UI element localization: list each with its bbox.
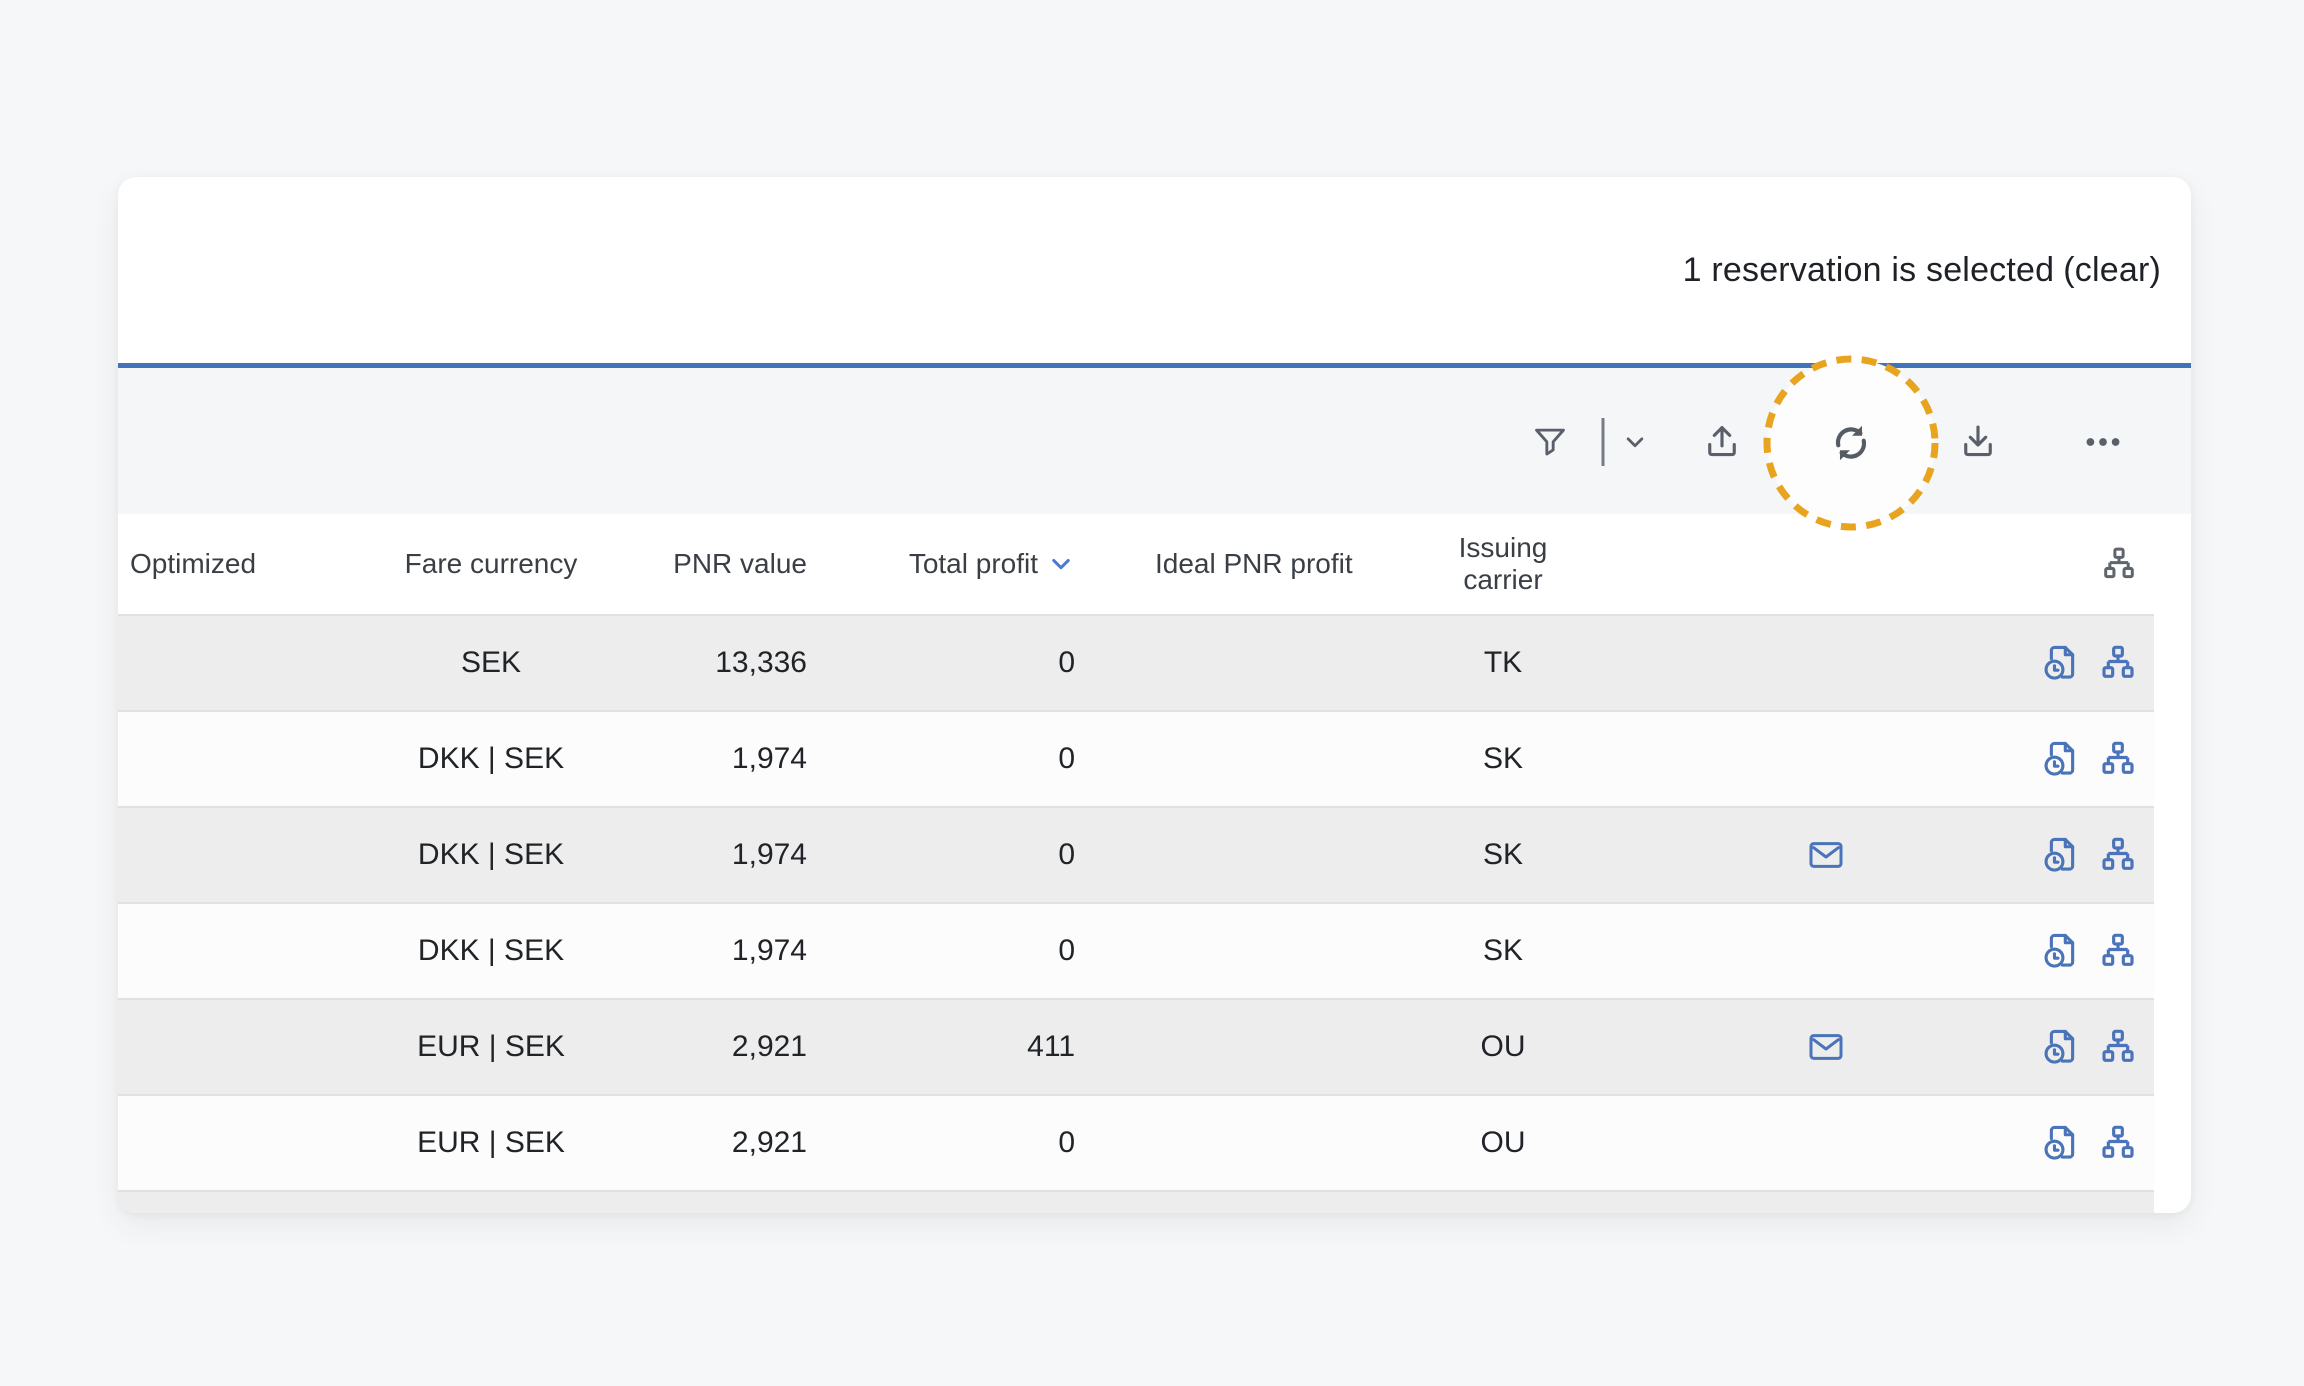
cell-issuing-carrier: OU <box>1418 1030 1588 1064</box>
hierarchy-icon <box>2098 739 2138 779</box>
clear-selection-link[interactable]: (clear) <box>2063 251 2161 290</box>
filter-expand-button[interactable] <box>1620 427 1650 457</box>
refresh-sync-icon <box>1826 418 1876 468</box>
cell-pnr-value: 1,974 <box>618 838 807 872</box>
cell-fare-currency: EUR | SEK <box>364 1126 618 1160</box>
column-header-pnr-value[interactable]: PNR value <box>618 548 807 580</box>
cell-notification <box>1588 1027 2063 1067</box>
table-body: SEK 13,336 0 TK <box>118 616 2154 1192</box>
column-header-optimized[interactable]: Optimized <box>118 548 364 580</box>
cell-total-profit: 0 <box>807 646 1075 680</box>
cell-actions <box>2063 641 2154 685</box>
document-history-icon <box>2040 833 2084 877</box>
document-history-icon <box>2040 737 2084 781</box>
hierarchy-icon <box>2098 1123 2138 1163</box>
cell-issuing-carrier: SK <box>1418 838 1588 872</box>
hierarchy-button[interactable] <box>2098 1123 2138 1163</box>
cell-actions <box>2063 1121 2154 1165</box>
cell-notification <box>1588 643 2063 683</box>
hierarchy-icon <box>2098 931 2138 971</box>
cell-fare-currency: EUR | SEK <box>364 1030 618 1064</box>
document-history-button[interactable] <box>2040 1025 2084 1069</box>
cell-total-profit: 0 <box>807 1126 1075 1160</box>
table-row[interactable]: EUR | SEK 2,921 411 OU <box>118 1000 2154 1096</box>
cell-notification <box>1588 835 2063 875</box>
upload-button[interactable] <box>1701 421 1743 463</box>
cell-fare-currency: DKK | SEK <box>364 742 618 776</box>
cell-pnr-value: 13,336 <box>618 646 807 680</box>
cell-issuing-carrier: TK <box>1418 646 1588 680</box>
hierarchy-icon <box>2098 643 2138 683</box>
cell-fare-currency: SEK <box>364 646 618 680</box>
more-actions-button[interactable] <box>2082 421 2124 463</box>
document-history-icon <box>2040 929 2084 973</box>
column-settings-button[interactable] <box>2063 545 2154 583</box>
hierarchy-button[interactable] <box>2098 1027 2138 1067</box>
column-header-total-profit[interactable]: Total profit <box>807 548 1075 580</box>
selection-bar: 1 reservation is selected (clear) <box>118 177 2191 363</box>
document-history-icon <box>2040 1121 2084 1165</box>
cell-notification <box>1588 739 2063 779</box>
cell-actions <box>2063 737 2154 781</box>
cell-notification <box>1588 1123 2063 1163</box>
cell-pnr-value: 1,974 <box>618 934 807 968</box>
column-header-issuing-carrier[interactable]: Issuing carrier <box>1418 532 1588 596</box>
document-history-icon <box>2040 1025 2084 1069</box>
document-history-button[interactable] <box>2040 1121 2084 1165</box>
sort-desc-icon <box>1047 550 1075 578</box>
filter-button[interactable] <box>1531 423 1569 461</box>
document-history-icon <box>2040 641 2084 685</box>
hierarchy-icon <box>2098 1027 2138 1067</box>
filter-funnel-icon <box>1531 423 1569 461</box>
cell-issuing-carrier: SK <box>1418 742 1588 776</box>
refresh-button[interactable] <box>1826 418 1876 468</box>
hierarchy-button[interactable] <box>2098 835 2138 875</box>
hierarchy-icon <box>2098 835 2138 875</box>
hierarchy-button[interactable] <box>2098 739 2138 779</box>
chevron-down-icon <box>1620 427 1650 457</box>
cell-total-profit: 0 <box>807 934 1075 968</box>
cell-pnr-value: 2,921 <box>618 1030 807 1064</box>
toolbar-divider <box>1602 418 1605 466</box>
cell-actions <box>2063 1025 2154 1069</box>
cell-pnr-value: 2,921 <box>618 1126 807 1160</box>
table-row[interactable]: SEK 13,336 0 TK <box>118 616 2154 712</box>
table-row[interactable]: DKK | SEK 1,974 0 SK <box>118 712 2154 808</box>
envelope-icon[interactable] <box>1806 1027 1846 1067</box>
document-history-button[interactable] <box>2040 641 2084 685</box>
cell-total-profit: 0 <box>807 838 1075 872</box>
table-row-partial <box>118 1192 2154 1213</box>
cell-actions <box>2063 833 2154 877</box>
download-icon <box>1957 421 1999 463</box>
selection-count-text: 1 reservation is selected <box>1683 251 2055 290</box>
download-button[interactable] <box>1957 421 1999 463</box>
document-history-button[interactable] <box>2040 929 2084 973</box>
cell-pnr-value: 1,974 <box>618 742 807 776</box>
column-header-ideal-pnr-profit[interactable]: Ideal PNR profit <box>1075 548 1418 580</box>
cell-issuing-carrier: SK <box>1418 934 1588 968</box>
table-header-row: Optimized Fare currency PNR value Total … <box>118 514 2154 616</box>
cell-fare-currency: DKK | SEK <box>364 934 618 968</box>
hierarchy-button[interactable] <box>2098 931 2138 971</box>
hierarchy-icon <box>2100 545 2138 583</box>
column-header-fare-currency[interactable]: Fare currency <box>364 548 618 580</box>
reservations-panel: 1 reservation is selected (clear) <box>118 177 2191 1213</box>
table-row[interactable]: EUR | SEK 2,921 0 OU <box>118 1096 2154 1192</box>
hierarchy-button[interactable] <box>2098 643 2138 683</box>
table-row[interactable]: DKK | SEK 1,974 0 SK <box>118 808 2154 904</box>
ellipsis-icon <box>2082 421 2124 463</box>
cell-total-profit: 411 <box>807 1030 1075 1064</box>
document-history-button[interactable] <box>2040 833 2084 877</box>
cell-actions <box>2063 929 2154 973</box>
table-row[interactable]: DKK | SEK 1,974 0 SK <box>118 904 2154 1000</box>
table-toolbar <box>118 368 2191 514</box>
cell-issuing-carrier: OU <box>1418 1126 1588 1160</box>
upload-icon <box>1701 421 1743 463</box>
cell-fare-currency: DKK | SEK <box>364 838 618 872</box>
document-history-button[interactable] <box>2040 737 2084 781</box>
cell-total-profit: 0 <box>807 742 1075 776</box>
cell-notification <box>1588 931 2063 971</box>
envelope-icon[interactable] <box>1806 835 1846 875</box>
